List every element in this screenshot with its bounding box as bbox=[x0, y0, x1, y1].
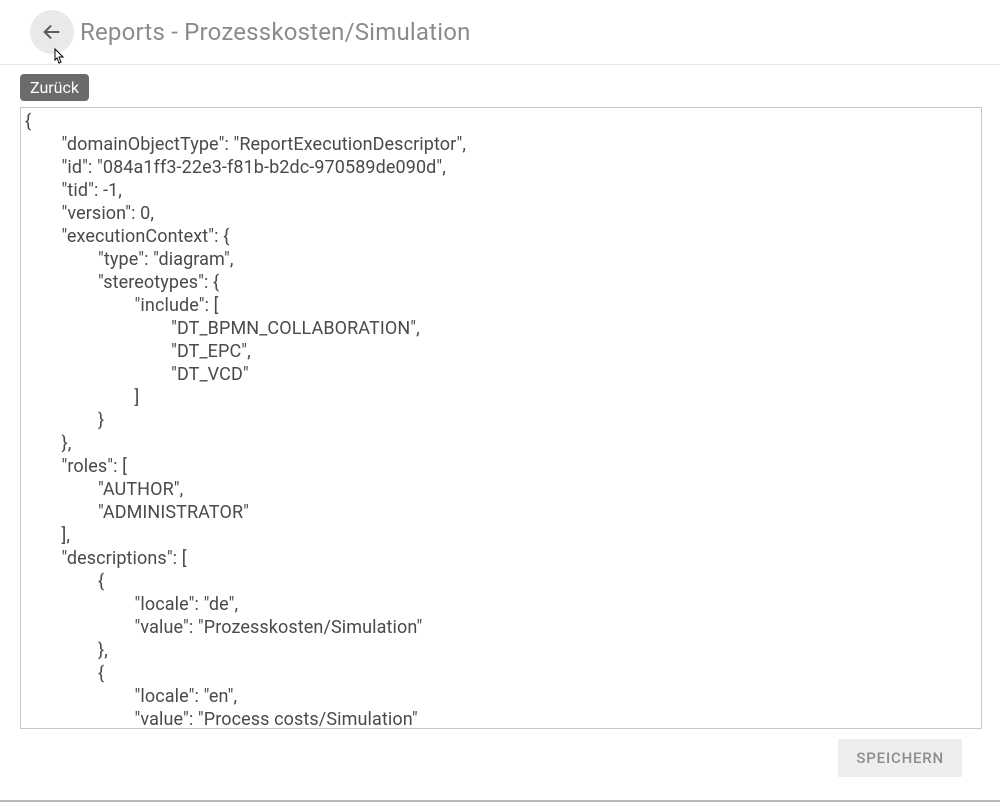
footer-actions: SPEICHERN bbox=[20, 729, 980, 777]
page-title: Reports - Prozesskosten/Simulation bbox=[80, 18, 471, 46]
header: Reports - Prozesskosten/Simulation bbox=[0, 0, 1000, 65]
arrow-left-icon bbox=[41, 21, 63, 43]
json-editor-textarea[interactable]: { "domainObjectType": "ReportExecutionDe… bbox=[21, 108, 981, 728]
content-area: { "domainObjectType": "ReportExecutionDe… bbox=[0, 65, 1000, 797]
back-tooltip: Zurück bbox=[20, 74, 89, 101]
back-button[interactable] bbox=[30, 10, 74, 54]
json-editor-panel: { "domainObjectType": "ReportExecutionDe… bbox=[20, 107, 982, 729]
save-button[interactable]: SPEICHERN bbox=[838, 739, 962, 777]
